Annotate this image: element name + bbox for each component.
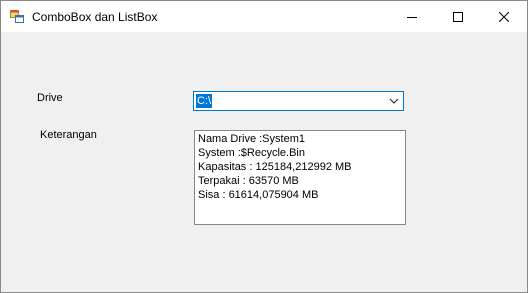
drive-combobox-value: C:\: [196, 94, 213, 108]
main-window: ComboBox dan ListBox Drive C:\ Keteranga…: [0, 0, 528, 293]
maximize-button[interactable]: [435, 1, 481, 32]
chevron-down-icon[interactable]: [388, 96, 400, 106]
drive-label: Drive: [37, 92, 63, 104]
list-item[interactable]: Kapasitas : 125184,212992 MB: [198, 160, 402, 174]
list-item[interactable]: Sisa : 61614,075904 MB: [198, 188, 402, 202]
minimize-button[interactable]: [389, 1, 435, 32]
keterangan-label: Keterangan: [40, 129, 97, 141]
drive-combobox[interactable]: C:\: [193, 91, 404, 111]
close-button[interactable]: [481, 1, 527, 32]
minimize-icon: [407, 16, 417, 18]
keterangan-listbox[interactable]: Nama Drive :System1 System :$Recycle.Bin…: [194, 130, 406, 225]
app-form-icon[interactable]: [10, 9, 24, 23]
list-item[interactable]: Nama Drive :System1: [198, 132, 402, 146]
list-item[interactable]: Terpakai : 63570 MB: [198, 174, 402, 188]
title-bar[interactable]: ComboBox dan ListBox: [1, 1, 527, 32]
close-icon: [499, 11, 509, 22]
list-item[interactable]: System :$Recycle.Bin: [198, 146, 402, 160]
maximize-icon: [453, 11, 463, 22]
window-title: ComboBox dan ListBox: [32, 10, 158, 24]
